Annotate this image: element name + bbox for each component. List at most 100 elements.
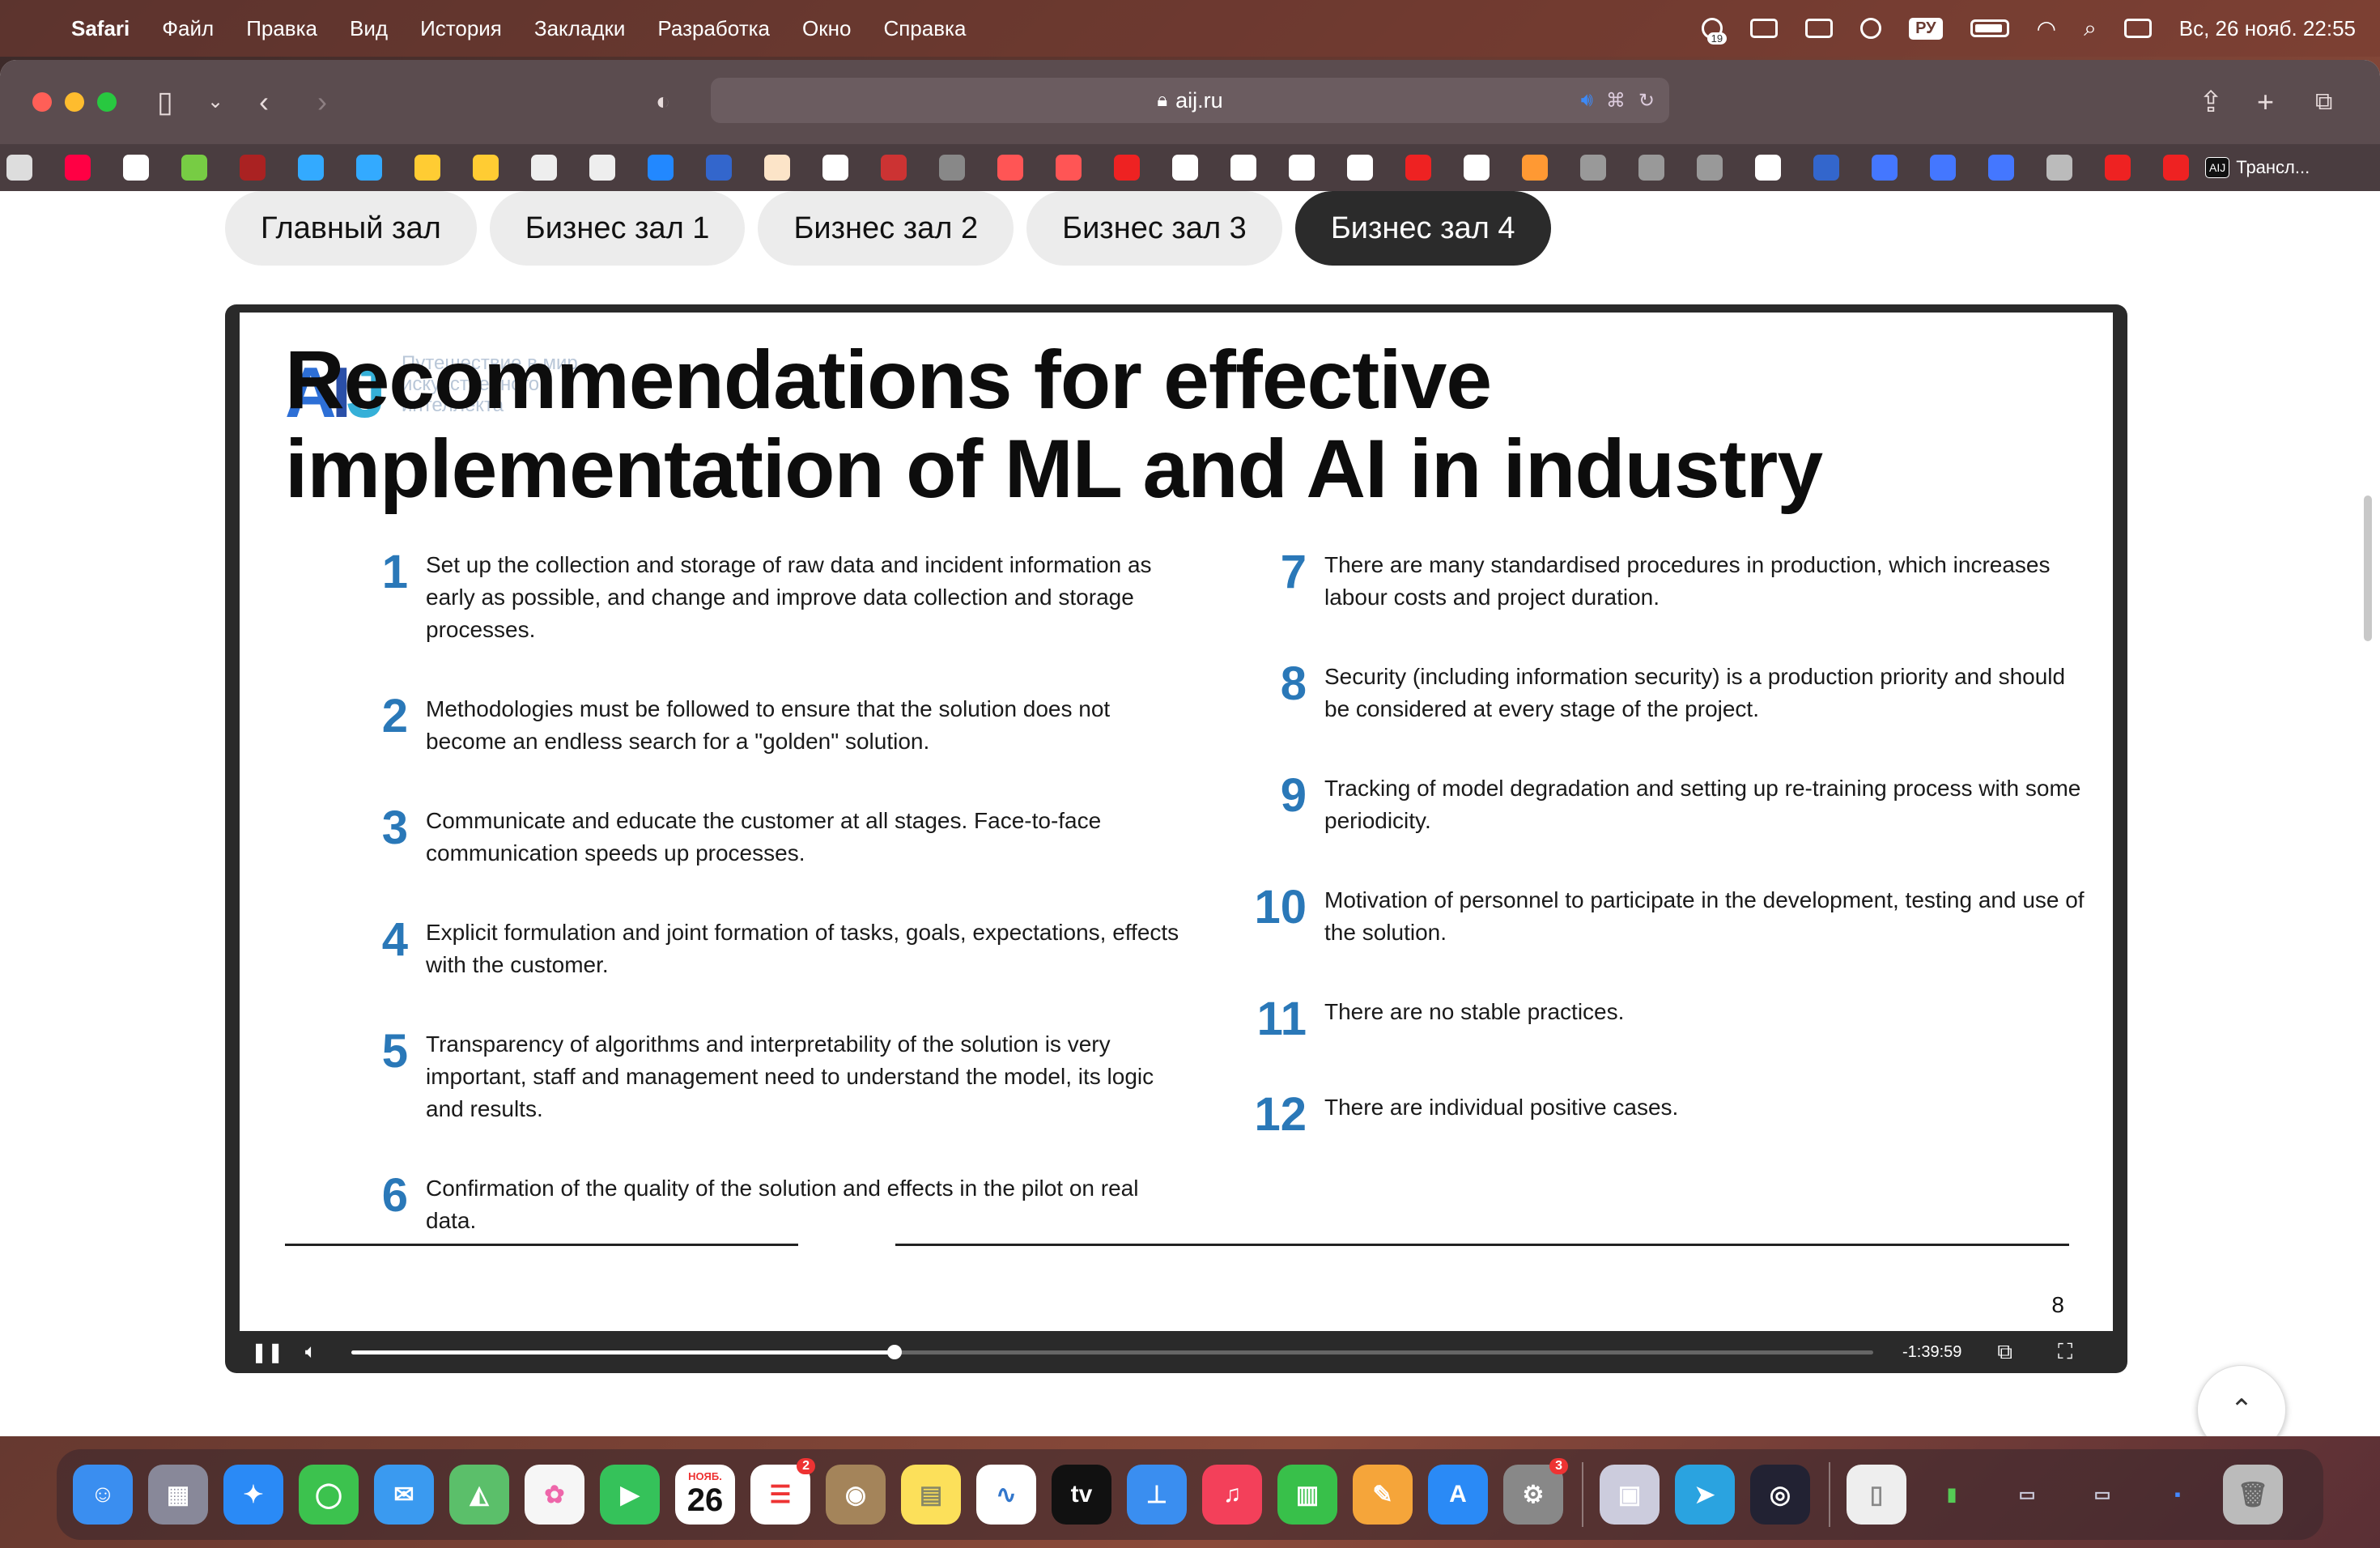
bookmark-favicon[interactable] — [764, 155, 790, 181]
notes-icon[interactable]: ▤ — [901, 1465, 961, 1525]
bookmark-favicon[interactable] — [1813, 155, 1839, 181]
safari-icon[interactable]: ✦ — [223, 1465, 283, 1525]
document-icon[interactable]: ▯ — [1847, 1465, 1906, 1525]
picture-in-picture-icon[interactable]: ⧉ — [1997, 1339, 2012, 1365]
bookmark-favicon[interactable] — [2105, 155, 2131, 181]
zoom-window-button[interactable] — [97, 92, 117, 112]
share-icon[interactable]: ⇪ — [2199, 84, 2223, 120]
address-bar[interactable]: 🔒︎ aij.ru 🔊︎ ⌘ ↻ — [711, 78, 1669, 123]
tab-business-hall-3[interactable]: Бизнес зал 3 — [1026, 191, 1282, 266]
tab-business-hall-4[interactable]: Бизнес зал 4 — [1294, 191, 1551, 266]
play-circle-icon[interactable] — [1860, 18, 1882, 39]
tab-overview-icon[interactable]: ⧉ — [2315, 84, 2332, 120]
bookmark-favicon[interactable] — [1230, 155, 1256, 181]
page-scrollbar[interactable] — [2364, 495, 2372, 641]
bookmark-favicon[interactable] — [1114, 155, 1140, 181]
video-player[interactable]: AIJ Путешествие в мир искусственного инт… — [225, 304, 2127, 1373]
bookmark-favicon[interactable] — [473, 155, 499, 181]
close-window-button[interactable] — [32, 92, 52, 112]
messages-icon[interactable]: ◯ — [299, 1465, 359, 1525]
calendar-icon[interactable]: НОЯБ. 26 — [675, 1465, 735, 1525]
new-tab-icon[interactable]: + — [2257, 84, 2274, 120]
facetime-icon[interactable]: ▶ — [600, 1465, 660, 1525]
bookmark-favicon[interactable] — [648, 155, 674, 181]
bookmark-favicon[interactable] — [589, 155, 615, 181]
bookmark-favicon[interactable] — [1580, 155, 1606, 181]
car-icon[interactable] — [1805, 19, 1834, 38]
mail-icon[interactable]: ✉ — [374, 1465, 434, 1525]
apple-tv-icon[interactable]: tv — [1052, 1465, 1111, 1525]
bookmark-favicon[interactable] — [1405, 155, 1431, 181]
trash-icon[interactable]: 🗑︎ — [2223, 1465, 2283, 1525]
telegram-icon[interactable]: ➤ — [1675, 1465, 1735, 1525]
screen-mirroring-icon[interactable] — [1750, 19, 1779, 38]
bookmark-favicon[interactable] — [706, 155, 732, 181]
menu-bookmarks[interactable]: Закладки — [534, 16, 626, 41]
music-icon[interactable]: ♫ — [1202, 1465, 1262, 1525]
sidebar-toggle-icon[interactable]: ▯ — [157, 84, 173, 120]
control-center-icon[interactable] — [2123, 19, 2152, 38]
bookmark-favicon[interactable] — [240, 155, 266, 181]
chevron-down-icon[interactable]: ⌄ — [207, 84, 223, 120]
app-store-icon[interactable]: A — [1428, 1465, 1488, 1525]
bookmark-favicon[interactable] — [881, 155, 907, 181]
battery-icon[interactable] — [1970, 19, 2009, 37]
bookmark-favicon[interactable] — [414, 155, 440, 181]
bookmark-favicon[interactable] — [1289, 155, 1315, 181]
notification-status-icon[interactable]: 19 — [1702, 18, 1728, 45]
finder-window-icon[interactable]: ▪ — [2148, 1465, 2208, 1525]
reload-icon[interactable]: ↻ — [1638, 89, 1655, 113]
bookmark-favicon[interactable] — [939, 155, 965, 181]
volume-icon[interactable]: 🔈︎ — [295, 1341, 327, 1363]
menu-help[interactable]: Справка — [883, 16, 966, 41]
reminders-icon[interactable]: ☰ 2 — [750, 1458, 815, 1525]
forward-icon[interactable]: › — [317, 84, 327, 120]
bookmark-favicon[interactable] — [1697, 155, 1723, 181]
bookmark-favicon[interactable] — [1347, 155, 1373, 181]
privacy-shield-icon[interactable]: ◐ — [656, 84, 670, 120]
menu-safari[interactable]: Safari — [71, 16, 130, 41]
bookmark-favicon[interactable] — [65, 155, 91, 181]
bookmark-favicon[interactable] — [1988, 155, 2014, 181]
numbers-icon[interactable]: ▥ — [1277, 1465, 1337, 1525]
numbers-window-icon[interactable]: ▮ — [1922, 1465, 1982, 1525]
bookmark-favicon[interactable] — [1464, 155, 1490, 181]
bookmark-favicon[interactable] — [1638, 155, 1664, 181]
bookmark-favicon[interactable] — [356, 155, 382, 181]
bookmark-favicon[interactable] — [1872, 155, 1898, 181]
bookmark-favicon[interactable] — [6, 155, 32, 181]
pages-icon[interactable]: ✎ — [1353, 1465, 1413, 1525]
finder-icon[interactable]: ☺ — [73, 1465, 133, 1525]
seek-bar[interactable] — [351, 1344, 1873, 1359]
bookmark-favicon[interactable] — [1755, 155, 1781, 181]
bookmark-favicon[interactable] — [822, 155, 848, 181]
menu-view[interactable]: Вид — [350, 16, 388, 41]
window-thumbnail-icon[interactable]: ▭ — [1997, 1465, 2057, 1525]
bookmark-favicon[interactable] — [123, 155, 149, 181]
menu-develop[interactable]: Разработка — [657, 16, 770, 41]
translate-icon[interactable]: ⌘ — [1606, 89, 1626, 113]
menu-edit[interactable]: Правка — [246, 16, 317, 41]
pause-icon[interactable]: ❚❚ — [251, 1341, 283, 1364]
bookmark-favicon[interactable] — [1522, 155, 1548, 181]
contacts-icon[interactable]: ◉ — [826, 1465, 886, 1525]
bookmark-favicon[interactable] — [181, 155, 207, 181]
bookmark-favicon[interactable] — [997, 155, 1023, 181]
back-icon[interactable]: ‹ — [259, 84, 269, 120]
system-settings-icon[interactable]: ⚙ 3 — [1503, 1458, 1568, 1525]
menu-datetime[interactable]: Вс, 26 нояб. 22:55 — [2179, 16, 2356, 41]
search-icon[interactable]: ⌕ — [2084, 15, 2097, 42]
tab-business-hall-2[interactable]: Бизнес зал 2 — [758, 191, 1014, 266]
bookmark-favicon[interactable] — [1930, 155, 1956, 181]
keynote-icon[interactable]: ⊥ — [1127, 1465, 1187, 1525]
menu-window[interactable]: Окно — [802, 16, 851, 41]
bookmark-translation[interactable]: AIJ Трансл... — [2205, 157, 2310, 178]
tab-main-hall[interactable]: Главный зал — [225, 191, 477, 266]
fullscreen-icon[interactable]: ⛶ — [2058, 1339, 2072, 1365]
camera-app-icon[interactable]: ◎ — [1750, 1465, 1810, 1525]
minimize-window-button[interactable] — [65, 92, 84, 112]
bookmark-favicon[interactable] — [1056, 155, 1082, 181]
input-language-badge[interactable]: РУ — [1909, 17, 1943, 40]
speaker-icon[interactable]: 🔊︎ — [1581, 89, 1593, 113]
bookmark-favicon[interactable] — [2046, 155, 2072, 181]
